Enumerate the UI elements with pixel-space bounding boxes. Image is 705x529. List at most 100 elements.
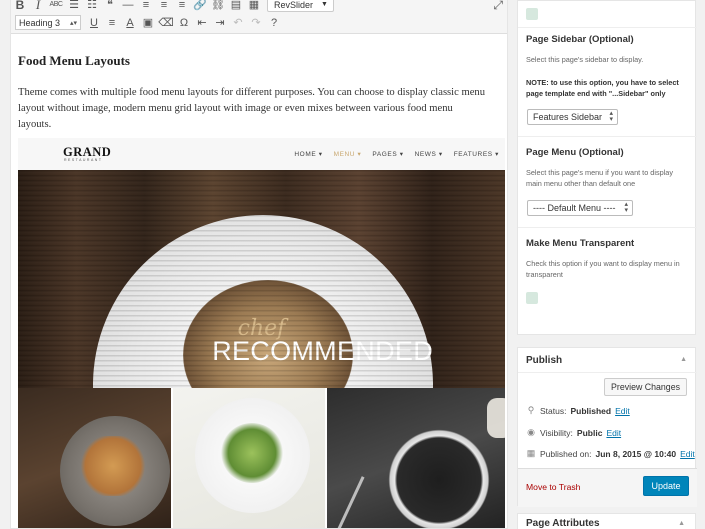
toolbar-row-2: Heading 3 ▴▾ U ≡ A ▣ ⌫ Ω ⇤ ⇥ ↶ ↷ ? <box>11 14 283 31</box>
outdent-icon[interactable]: ⇤ <box>193 15 211 31</box>
kitchen-sink-icon[interactable]: ▦ <box>245 0 263 13</box>
revslider-button[interactable]: RevSlider ▼ <box>267 0 334 12</box>
page-menu-select[interactable]: ---- Default Menu ---- ▴ ▾ <box>527 200 633 216</box>
option-checkbox[interactable] <box>526 8 538 20</box>
unlink-icon[interactable]: ⛓ <box>209 0 227 13</box>
text-color-icon[interactable]: A <box>121 15 139 31</box>
published-label: Published on: <box>540 448 592 459</box>
format-value: Heading 3 <box>19 17 61 28</box>
page-menu-value: ---- Default Menu ---- <box>533 203 616 213</box>
special-character-icon[interactable]: Ω <box>175 15 193 31</box>
hero-script-text: chef <box>237 316 286 341</box>
chicken-shape <box>78 436 148 496</box>
bold-button[interactable]: B <box>11 0 29 13</box>
visibility-row: ◉ Visibility: Public Edit <box>526 427 621 438</box>
preview-navbar: GRAND RESTAURANT HOME ▾ MENU ▾ PAGES ▾ N… <box>18 138 505 170</box>
divider <box>518 136 697 137</box>
page-options-panel: Page Sidebar (Optional) Select this page… <box>517 0 697 335</box>
bulleted-list-icon[interactable]: ☰ <box>65 0 83 13</box>
align-left-icon[interactable]: ≡ <box>137 0 155 13</box>
food-tile <box>18 388 171 528</box>
greens-shape <box>221 423 283 483</box>
visibility-label: Visibility: <box>540 427 573 438</box>
status-value: Published <box>570 405 612 416</box>
format-select[interactable]: Heading 3 ▴▾ <box>15 15 81 30</box>
published-row: ▦ Published on: Jun 8, 2015 @ 10:40 Edit <box>526 448 695 459</box>
publish-panel: Publish ▲ Preview Changes ⚲ Status: Publ… <box>517 347 697 507</box>
page-attributes-panel: Page Attributes ▲ <box>517 513 696 529</box>
published-edit-link[interactable]: Edit <box>680 449 695 459</box>
page-sidebar-title: Page Sidebar (Optional) <box>526 34 634 45</box>
divider <box>518 227 697 228</box>
select-arrows-icon: ▴▾ <box>609 110 613 123</box>
justify-icon[interactable]: ≡ <box>103 15 121 31</box>
editor-area: B I ABC ☰ ☷ ❝ — ≡ ≡ ≡ 🔗 ⛓ ▤ ▦ RevSlider … <box>10 0 508 529</box>
transparent-menu-title: Make Menu Transparent <box>526 238 635 249</box>
published-value: Jun 8, 2015 @ 10:40 <box>595 448 677 459</box>
blockquote-icon[interactable]: ❝ <box>101 0 119 13</box>
status-row: ⚲ Status: Published Edit <box>526 405 630 416</box>
preview-menu-item: FEATURES ▾ <box>453 151 499 158</box>
pasta-shape <box>183 280 353 388</box>
preview-changes-button[interactable]: Preview Changes <box>604 378 687 396</box>
page-sidebar-desc: Select this page's sidebar to display. <box>526 55 644 64</box>
preview-hero: chef RECOMMENDED <box>18 170 505 388</box>
preview-food-tiles <box>18 388 505 528</box>
content-paragraph: Theme comes with multiple food menu layo… <box>18 87 486 130</box>
horizontal-line-icon[interactable]: — <box>119 0 137 13</box>
update-button[interactable]: Update <box>643 476 689 496</box>
preview-logo-sub: RESTAURANT <box>64 158 103 162</box>
read-more-icon[interactable]: ▤ <box>227 0 245 13</box>
preview-menu-item: MENU ▾ <box>333 151 362 158</box>
content-heading: Food Menu Layouts <box>18 53 130 68</box>
paste-as-text-icon[interactable]: ▣ <box>139 15 157 31</box>
indent-icon[interactable]: ⇥ <box>211 15 229 31</box>
help-icon[interactable]: ? <box>265 15 283 31</box>
eye-icon: ◉ <box>527 427 535 437</box>
post-content[interactable]: Food Menu Layouts Theme comes with multi… <box>18 53 498 133</box>
collapse-toggle-icon[interactable]: ▲ <box>678 520 685 527</box>
fullscreen-icon[interactable]: ⤢ <box>493 0 503 13</box>
page-menu-title: Page Menu (Optional) <box>526 147 624 158</box>
divider <box>518 27 697 28</box>
underline-button[interactable]: U <box>85 15 103 31</box>
move-to-trash-link[interactable]: Move to Trash <box>526 482 580 492</box>
status-edit-link[interactable]: Edit <box>615 406 630 416</box>
page-attributes-title: Page Attributes <box>526 518 600 529</box>
page-menu-desc: Select this page's menu if you want to d… <box>526 168 674 188</box>
fork-shape <box>336 476 365 528</box>
collapse-toggle-icon[interactable]: ▲ <box>680 356 687 363</box>
align-center-icon[interactable]: ≡ <box>155 0 173 13</box>
page-sidebar-note: NOTE: to use this option, you have to se… <box>526 78 679 98</box>
preview-menu: HOME ▾ MENU ▾ PAGES ▾ NEWS ▾ FEATURES ▾ <box>294 150 499 158</box>
numbered-list-icon[interactable]: ☷ <box>83 0 101 13</box>
bowl-shape <box>385 426 493 528</box>
undo-icon[interactable]: ↶ <box>229 15 247 31</box>
editor-toolbar: B I ABC ☰ ☷ ❝ — ≡ ≡ ≡ 🔗 ⛓ ▤ ▦ RevSlider … <box>11 0 507 34</box>
preview-menu-item: NEWS ▾ <box>414 151 443 158</box>
pin-icon: ⚲ <box>527 405 535 415</box>
redo-icon[interactable]: ↷ <box>247 15 265 31</box>
visibility-value: Public <box>576 427 603 438</box>
publish-header[interactable]: Publish ▲ <box>518 348 697 373</box>
glass-shape <box>487 398 505 438</box>
publish-title: Publish <box>526 355 563 366</box>
align-right-icon[interactable]: ≡ <box>173 0 191 13</box>
toolbar-row-1: B I ABC ☰ ☷ ❝ — ≡ ≡ ≡ 🔗 ⛓ ▤ ▦ RevSlider … <box>11 0 334 13</box>
plate-shape <box>93 215 433 388</box>
link-icon[interactable]: 🔗 <box>191 0 209 13</box>
preview-menu-item: HOME ▾ <box>294 151 323 158</box>
page-sidebar-select[interactable]: Features Sidebar ▴ ▾ <box>527 109 618 125</box>
visibility-edit-link[interactable]: Edit <box>606 428 621 438</box>
calendar-icon: ▦ <box>526 448 536 458</box>
select-arrows-icon: ▴▾ <box>624 201 628 214</box>
strikethrough-button[interactable]: ABC <box>47 0 65 13</box>
site-preview-image: GRAND RESTAURANT HOME ▾ MENU ▾ PAGES ▾ N… <box>18 138 505 528</box>
page-sidebar-value: Features Sidebar <box>533 112 603 122</box>
transparent-menu-checkbox[interactable] <box>526 292 538 304</box>
italic-button[interactable]: I <box>29 0 47 13</box>
hero-title: RECOMMENDED <box>212 336 433 366</box>
select-arrows-icon: ▴▾ <box>69 19 77 27</box>
clear-formatting-icon[interactable]: ⌫ <box>157 15 175 31</box>
transparent-menu-desc: Check this option if you want to display… <box>526 259 680 279</box>
